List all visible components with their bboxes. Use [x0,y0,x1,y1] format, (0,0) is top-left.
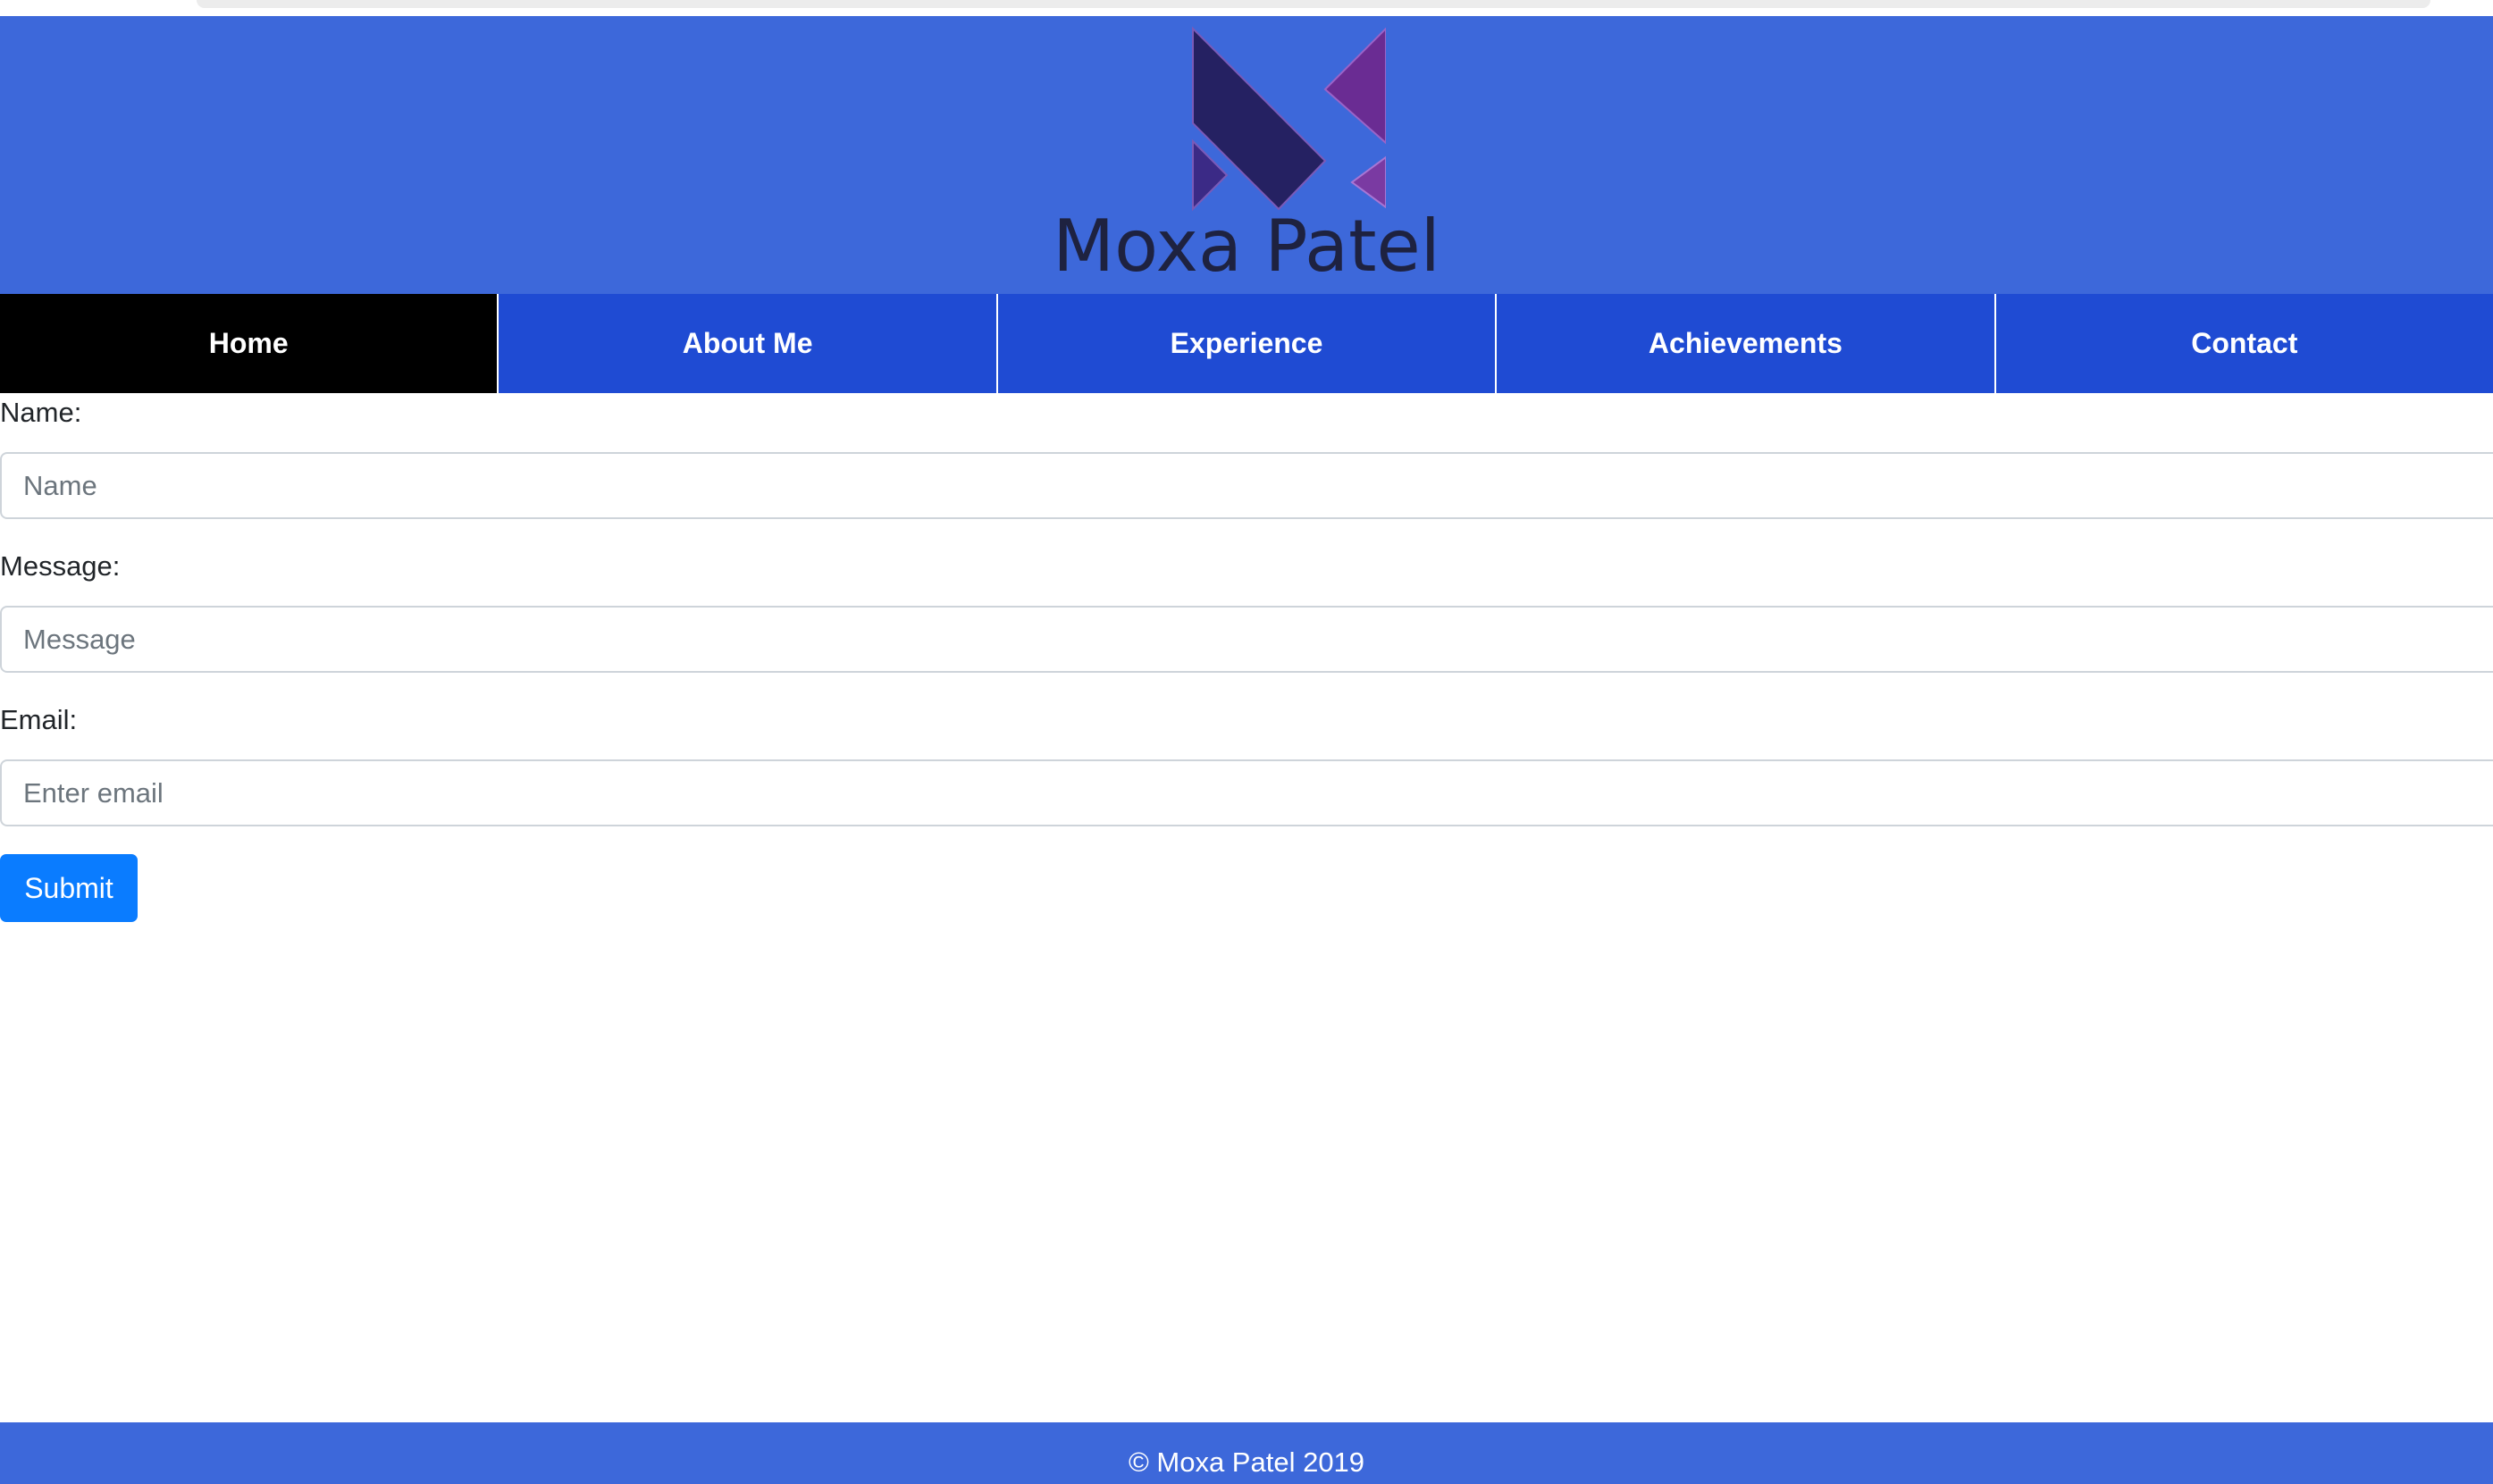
browser-bar [197,0,2430,8]
footer-copyright: © Moxa Patel 2019 [1128,1446,1365,1478]
message-input[interactable] [0,606,2493,673]
email-label: Email: [0,704,78,735]
message-label: Message: [0,550,121,582]
main-nav: Home About Me Experience Achievements Co… [0,294,2493,393]
site-header: Moxa Patel [0,16,2493,294]
email-input[interactable] [0,759,2493,826]
nav-item-contact[interactable]: Contact [1994,294,2493,393]
site-footer: © Moxa Patel 2019 [0,1422,2493,1484]
site-title: Moxa Patel [1053,205,1440,288]
browser-strip [0,0,2493,16]
nav-item-experience[interactable]: Experience [995,294,1495,393]
nav-item-about-me[interactable]: About Me [497,294,995,393]
name-input[interactable] [0,452,2493,519]
name-label: Name: [0,397,82,428]
nav-item-home[interactable]: Home [0,294,498,393]
submit-button[interactable]: Submit [0,854,138,922]
mp-monogram-logo-icon [1192,26,1386,212]
nav-item-achievements[interactable]: Achievements [1495,294,1994,393]
page: Moxa Patel Home About Me Experience Achi… [0,0,2493,1484]
